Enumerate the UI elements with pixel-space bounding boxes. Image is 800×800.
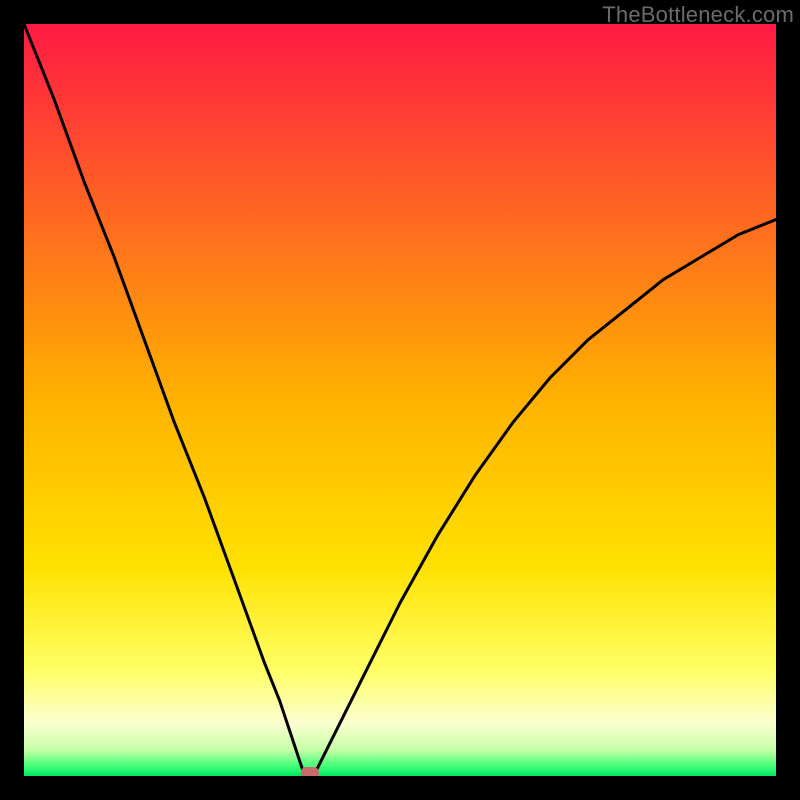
- bottleneck-chart: [24, 24, 776, 776]
- chart-frame: [24, 24, 776, 776]
- chart-background: [24, 24, 776, 776]
- optimal-point-marker: [301, 767, 319, 776]
- watermark-text: TheBottleneck.com: [602, 2, 794, 28]
